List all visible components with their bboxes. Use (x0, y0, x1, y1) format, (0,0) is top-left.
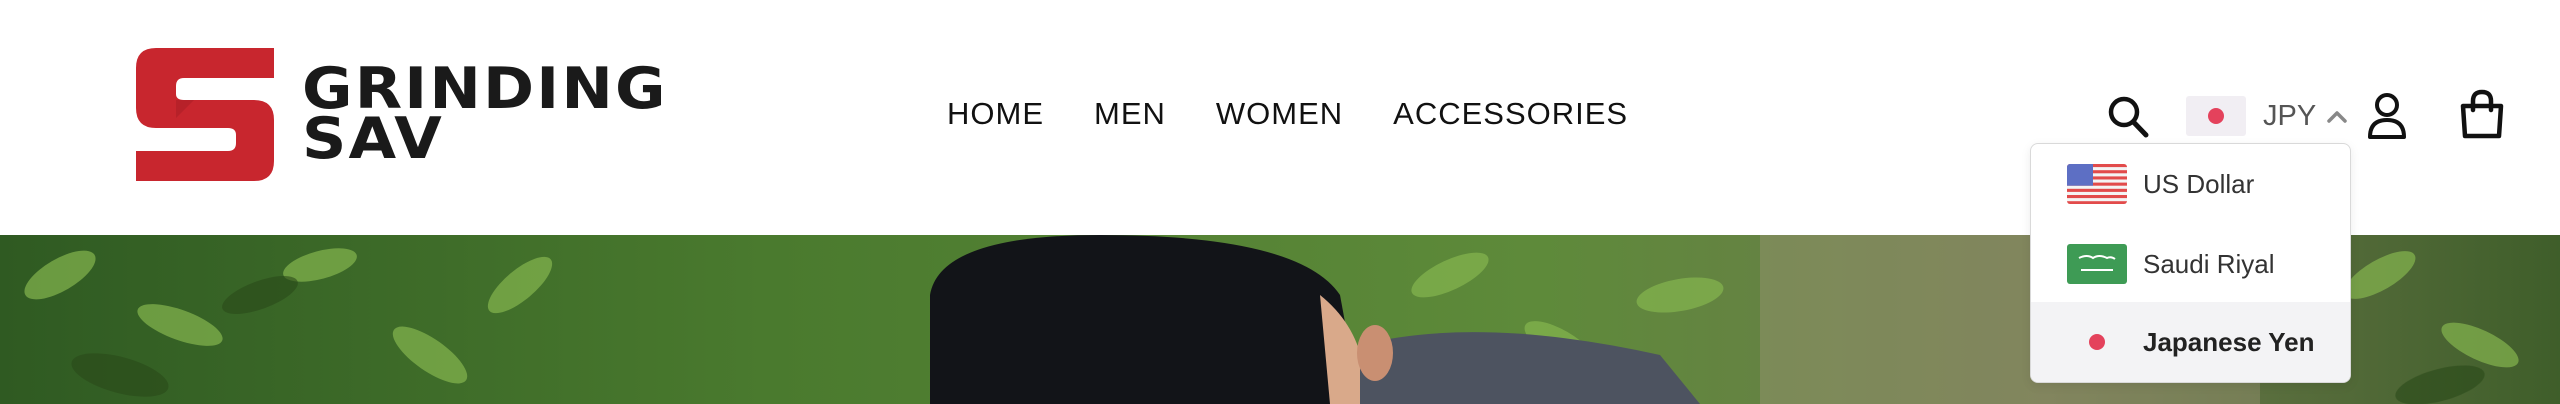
japan-flag-icon (2186, 96, 2246, 136)
user-icon[interactable] (2366, 92, 2408, 140)
brand-wordmark: GRINDING SAV (302, 61, 668, 168)
currency-dropdown: US Dollar Saudi Riyal Japanese Yen (2030, 143, 2351, 383)
us-flag-icon (2067, 164, 2127, 204)
search-icon[interactable] (2106, 94, 2150, 140)
nav-item-women[interactable]: WOMEN (1216, 96, 1343, 132)
logo-s-icon (136, 48, 274, 181)
japan-flag-icon (2067, 322, 2127, 362)
currency-option-label: US Dollar (2143, 168, 2255, 199)
shopping-bag-icon[interactable] (2459, 88, 2505, 140)
brand-logo[interactable]: GRINDING SAV (136, 48, 676, 183)
currency-code: JPY (2263, 99, 2317, 132)
main-nav: HOME MEN WOMEN ACCESSORIES (947, 96, 1628, 132)
currency-option-sar[interactable]: Saudi Riyal (2031, 224, 2350, 304)
nav-item-accessories[interactable]: ACCESSORIES (1393, 96, 1628, 132)
currency-option-label: Japanese Yen (2143, 326, 2315, 357)
nav-item-men[interactable]: MEN (1094, 96, 1166, 132)
currency-option-usd[interactable]: US Dollar (2031, 144, 2350, 224)
chevron-up-icon (2327, 111, 2347, 123)
saudi-flag-icon (2067, 244, 2127, 284)
currency-selector[interactable]: JPY (2186, 96, 2348, 136)
currency-option-jpy[interactable]: Japanese Yen (2031, 302, 2350, 382)
nav-item-home[interactable]: HOME (947, 96, 1044, 132)
currency-option-label: Saudi Riyal (2143, 248, 2275, 279)
